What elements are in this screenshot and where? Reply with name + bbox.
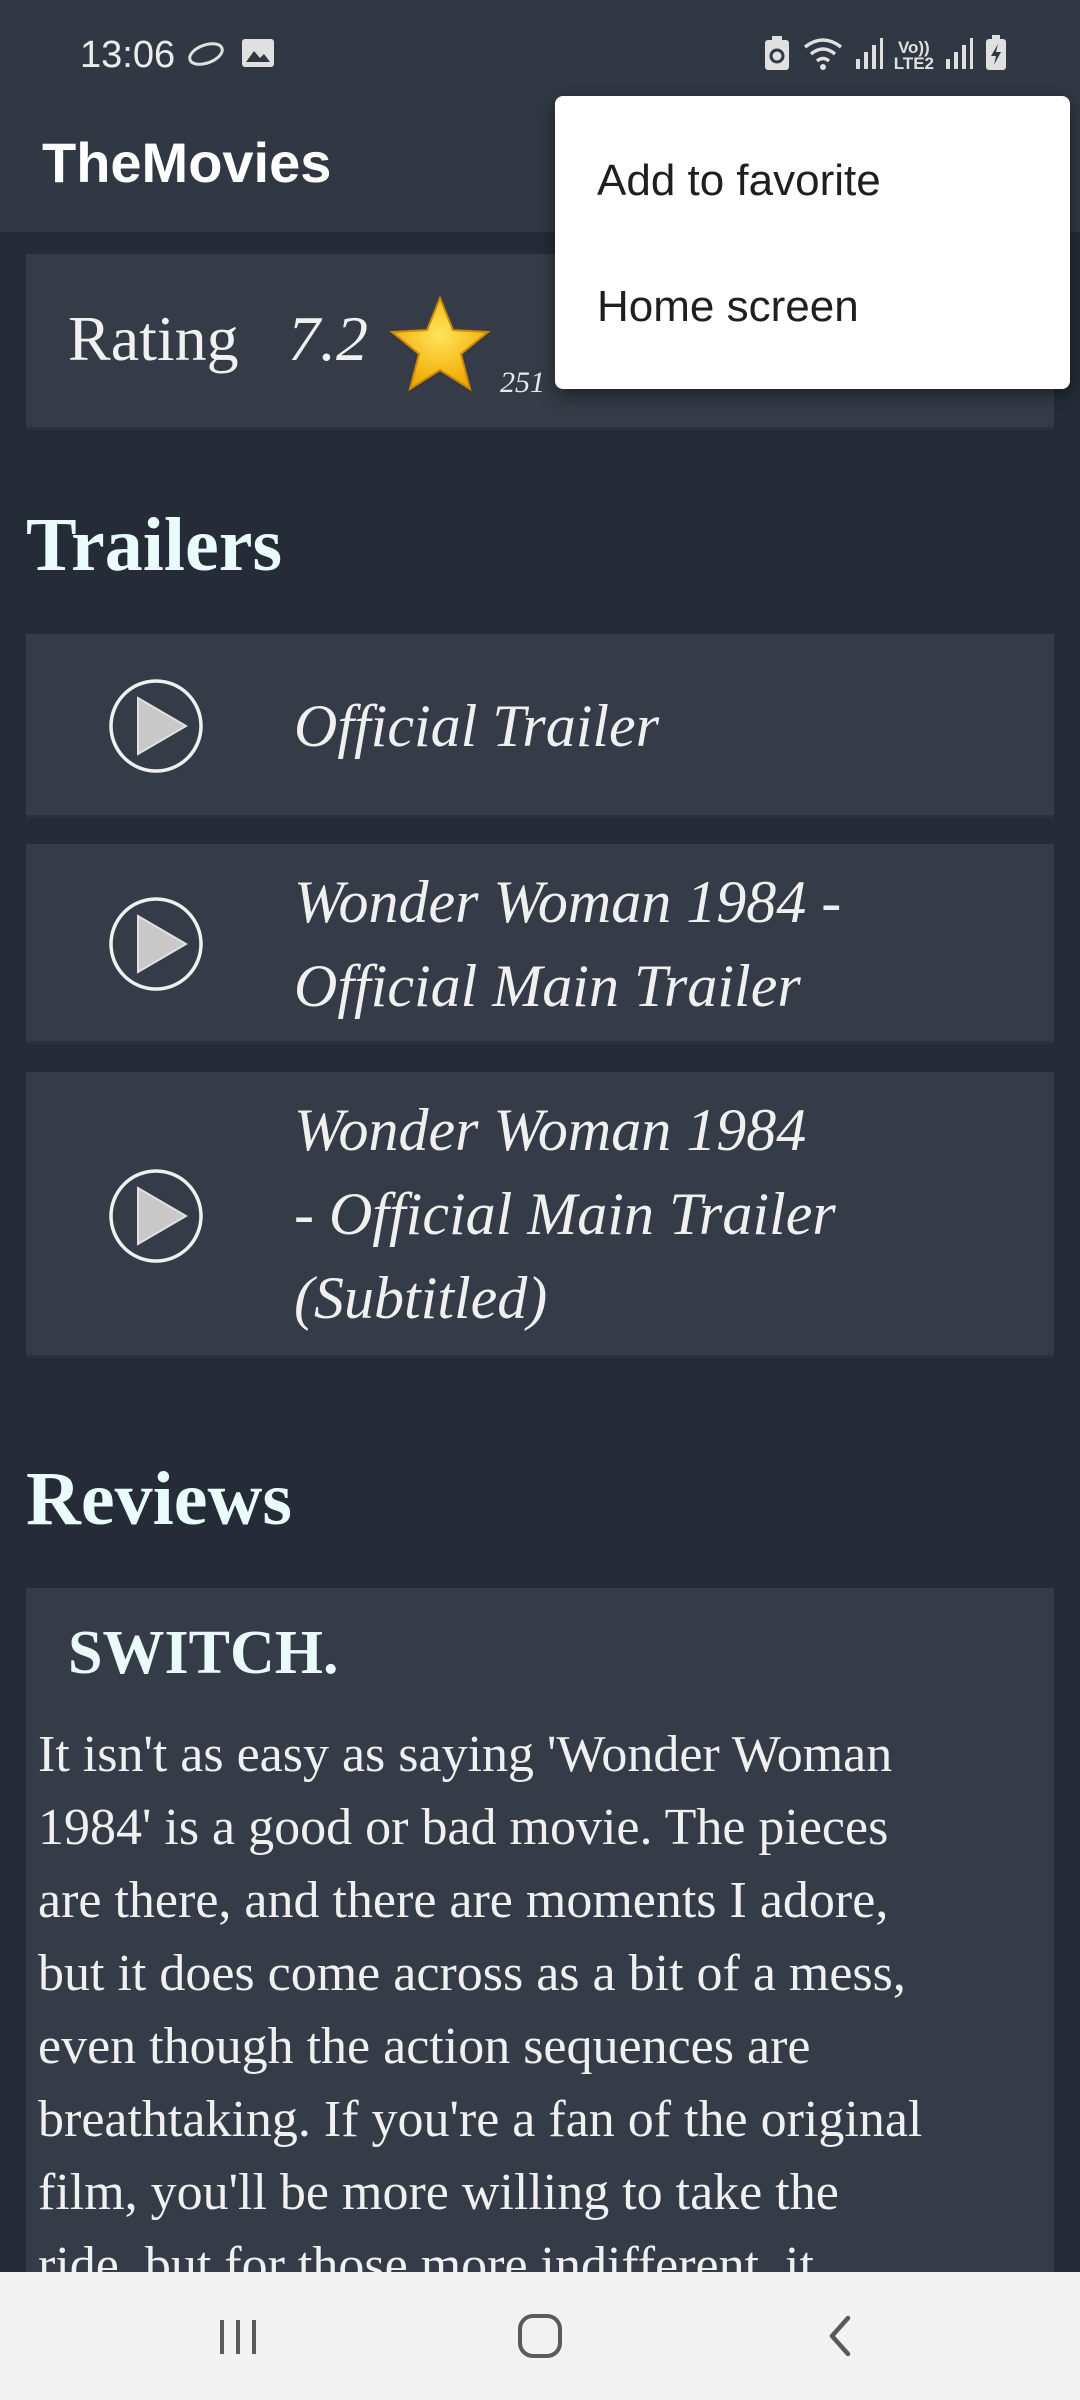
recycle-icon bbox=[762, 34, 792, 77]
menu-item-home-screen[interactable]: Home screen bbox=[597, 282, 859, 332]
home-icon[interactable] bbox=[512, 2308, 568, 2369]
volte-lte2-icon: Vo)) LTE2 bbox=[893, 37, 934, 73]
screen: 13:06 Vo)) LTE2 TheMovies Rating 7.2 251… bbox=[0, 0, 1080, 2400]
review-author: SWITCH. bbox=[68, 1619, 339, 1687]
play-icon[interactable] bbox=[108, 1168, 204, 1269]
status-time: 13:06 bbox=[80, 34, 176, 76]
image-icon bbox=[240, 36, 276, 75]
app-title: TheMovies bbox=[42, 131, 332, 194]
trailer-title: Wonder Woman 1984 - Official Main Traile… bbox=[294, 1097, 836, 1331]
trailer-title: Official Trailer bbox=[294, 693, 660, 759]
review-text: It isn't as easy as saying 'Wonder Woman… bbox=[38, 1726, 923, 2272]
recents-icon[interactable] bbox=[214, 2308, 262, 2369]
reviews-heading: Reviews bbox=[26, 1457, 292, 1541]
rating-count: 251 bbox=[500, 366, 545, 399]
overflow-menu: Add to favorite Home screen bbox=[555, 96, 1070, 389]
back-icon[interactable] bbox=[818, 2308, 862, 2369]
movie-details-content[interactable]: Rating 7.2 251 Trailers Official Trailer… bbox=[0, 232, 1080, 2272]
battery-charging-icon bbox=[984, 34, 1008, 77]
play-icon[interactable] bbox=[108, 896, 204, 997]
trailer-item[interactable]: Official Trailer bbox=[26, 634, 1054, 818]
signal-icon bbox=[854, 35, 884, 76]
trailer-item[interactable]: Wonder Woman 1984 - Official Main Traile… bbox=[26, 844, 1054, 1044]
menu-item-add-to-favorite[interactable]: Add to favorite bbox=[597, 156, 881, 206]
trailer-item[interactable]: Wonder Woman 1984 - Official Main Traile… bbox=[26, 1072, 1054, 1358]
trailers-heading: Trailers bbox=[26, 503, 283, 587]
status-icons: Vo)) LTE2 bbox=[762, 34, 1008, 77]
rating-value: 7.2 bbox=[288, 303, 368, 374]
navigation-bar bbox=[0, 2272, 1080, 2400]
cloud-icon bbox=[186, 36, 226, 75]
signal-icon-2 bbox=[944, 35, 974, 76]
status-bar: 13:06 Vo)) LTE2 bbox=[0, 0, 1080, 110]
star-icon bbox=[388, 294, 492, 399]
review-card: SWITCH. It isn't as easy as saying 'Wond… bbox=[26, 1588, 1054, 2272]
rating-label: Rating bbox=[68, 303, 239, 374]
trailer-title: Wonder Woman 1984 - Official Main Traile… bbox=[294, 869, 842, 1019]
play-icon[interactable] bbox=[108, 678, 204, 779]
wifi-icon bbox=[802, 35, 844, 76]
